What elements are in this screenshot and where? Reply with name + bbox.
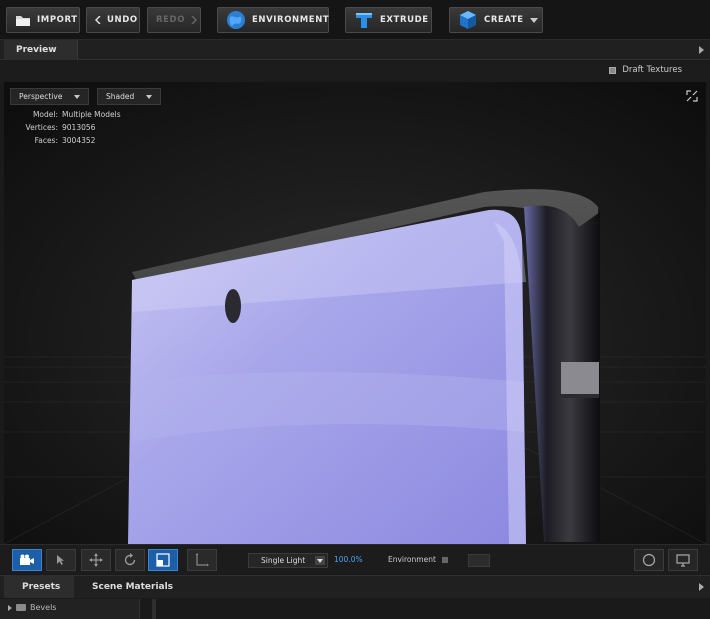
tree-item[interactable]: Bevels	[8, 603, 56, 612]
main-toolbar: IMPORT UNDO REDO ENVIRONMENT EXTRUDE CRE…	[0, 0, 710, 40]
stat-value: 9013056	[62, 123, 96, 132]
stat-key: Model:	[32, 110, 58, 119]
panel-collapse-icon[interactable]	[699, 583, 704, 591]
cube-icon	[458, 10, 478, 30]
chevron-right-icon	[191, 16, 198, 24]
tab-scene-materials-label: Scene Materials	[92, 582, 174, 592]
display-button[interactable]	[668, 549, 698, 571]
globe-icon	[226, 10, 246, 30]
redo-label: REDO	[156, 15, 186, 25]
move-tool-button[interactable]	[81, 549, 111, 571]
3d-viewport[interactable]: Perspective Shaded Model: Multiple Models…	[4, 82, 706, 544]
panel-collapse-icon[interactable]	[699, 46, 704, 54]
preview-options-bar: Draft Textures	[0, 60, 710, 82]
tab-preview[interactable]: Preview	[4, 40, 78, 60]
stat-value: 3004352	[62, 136, 96, 145]
import-label: IMPORT	[37, 15, 78, 25]
undo-button[interactable]: UNDO	[86, 7, 140, 33]
viewport-toolbar: Single Light 100.0% Environment	[0, 544, 710, 574]
scale-tool-button[interactable]	[148, 549, 178, 571]
redo-button[interactable]: REDO	[147, 7, 201, 33]
stat-key: Faces:	[34, 136, 58, 145]
folder-icon	[16, 604, 26, 611]
chevron-down-icon	[529, 17, 538, 23]
tab-scene-materials[interactable]: Scene Materials	[80, 576, 180, 598]
axis-icon	[195, 553, 209, 567]
environment-swatch[interactable]	[468, 554, 490, 567]
stat-row: Vertices: 9013056	[16, 121, 121, 134]
environment-checkbox[interactable]	[442, 557, 448, 563]
environment-button[interactable]: ENVIRONMENT	[217, 7, 329, 33]
draft-textures-label: Draft Textures	[622, 65, 682, 75]
preview-panel-header: Preview	[0, 40, 710, 60]
model-stats: Model: Multiple Models Vertices: 9013056 F…	[16, 108, 121, 147]
light-intensity-value[interactable]: 100.0%	[334, 555, 363, 564]
create-label: CREATE	[484, 15, 524, 25]
sphere-icon	[642, 553, 656, 567]
light-mode-select[interactable]: Single Light	[248, 553, 328, 568]
panel-splitter[interactable]	[152, 599, 156, 619]
extrude-button[interactable]: EXTRUDE	[345, 7, 432, 33]
tab-presets-label: Presets	[22, 582, 61, 592]
undo-label: UNDO	[107, 15, 138, 25]
import-button[interactable]: IMPORT	[6, 7, 80, 33]
rotate-tool-button[interactable]	[115, 549, 145, 571]
create-button[interactable]: CREATE	[449, 7, 543, 33]
draft-textures-toggle[interactable]: Draft Textures	[609, 65, 682, 75]
environment-label: ENVIRONMENT	[252, 15, 330, 25]
extrude-label: EXTRUDE	[380, 15, 429, 25]
preview-tab-label: Preview	[16, 45, 57, 55]
fullscreen-icon[interactable]	[686, 90, 698, 102]
axis-tool-button[interactable]	[187, 549, 217, 571]
render-sphere-button[interactable]	[634, 549, 664, 571]
stat-row: Model: Multiple Models	[16, 108, 121, 121]
camera-mode-dropdown[interactable]: Perspective	[10, 88, 89, 105]
light-mode-value: Single Light	[261, 556, 306, 565]
rotate-icon	[124, 553, 136, 566]
monitor-icon	[676, 553, 690, 567]
tree-item-label: Bevels	[30, 603, 57, 612]
camera-icon	[20, 554, 34, 565]
tab-presets[interactable]: Presets	[4, 576, 74, 598]
shading-mode-dropdown[interactable]: Shaded	[97, 88, 161, 105]
scale-icon	[156, 553, 170, 567]
environment-toggle-label: Environment	[388, 555, 436, 564]
preset-tree: Bevels	[0, 599, 140, 619]
extrude-t-icon	[354, 10, 374, 30]
caret-down-icon	[146, 94, 152, 99]
move-icon	[89, 553, 103, 567]
shading-mode-value: Shaded	[106, 92, 135, 101]
stat-row: Faces: 3004352	[16, 134, 121, 147]
chevron-left-icon	[95, 16, 101, 24]
viewport-scene	[4, 82, 706, 544]
library-tabs: Presets Scene Materials	[0, 576, 710, 598]
folder-icon	[15, 14, 31, 27]
app-window: IMPORT UNDO REDO ENVIRONMENT EXTRUDE CRE…	[0, 0, 710, 619]
select-arrow-icon	[57, 555, 64, 565]
expand-arrow-icon[interactable]	[8, 604, 12, 611]
stat-key: Vertices:	[25, 123, 58, 132]
camera-mode-value: Perspective	[19, 92, 63, 101]
chevron-down-icon	[315, 556, 325, 565]
caret-down-icon	[74, 94, 80, 99]
library-panel: Presets Scene Materials Bevels	[0, 575, 710, 619]
stat-value: Multiple Models	[62, 110, 121, 119]
camera-tool-button[interactable]	[12, 549, 42, 571]
select-tool-button[interactable]	[46, 549, 76, 571]
draft-textures-checkbox[interactable]	[609, 66, 617, 74]
